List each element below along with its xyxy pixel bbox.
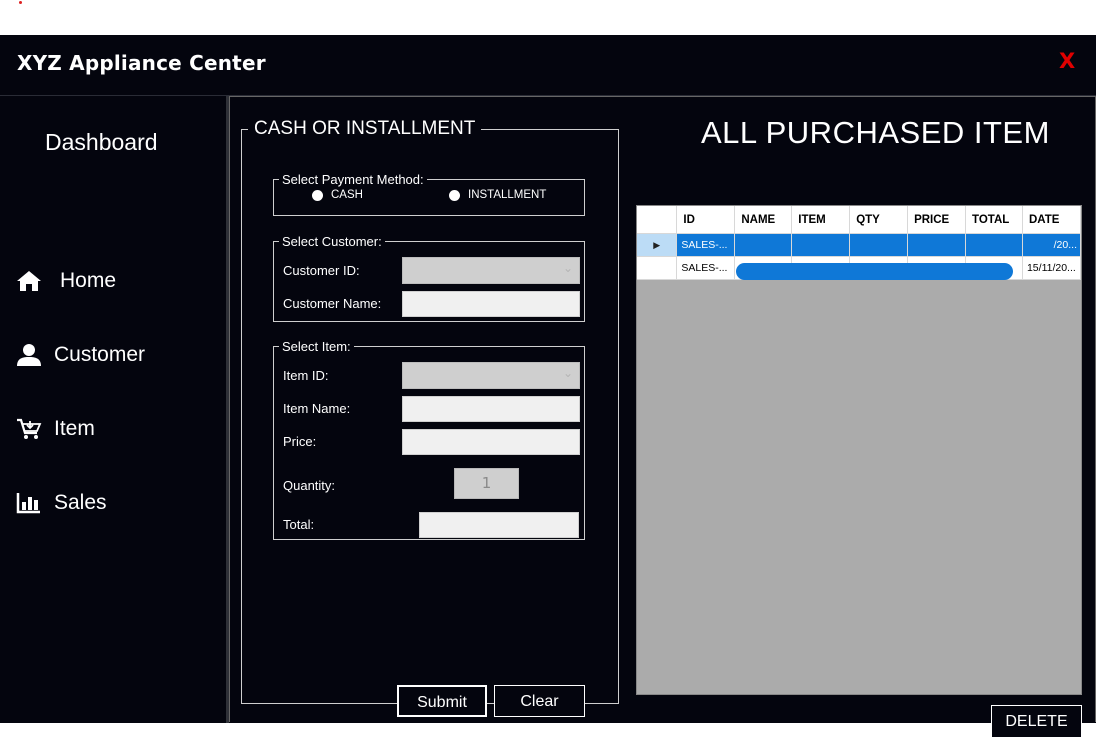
bar-chart-icon <box>16 489 44 517</box>
item-legend: Select Item: <box>282 339 351 354</box>
cash-radio-label: CASH <box>331 189 363 201</box>
customer-id-label: Customer ID: <box>283 263 360 278</box>
table-cell[interactable] <box>734 233 793 257</box>
sidebar-item-home[interactable]: Home <box>16 264 116 298</box>
sidebar-item-sales[interactable]: Sales <box>16 486 107 520</box>
submit-button[interactable]: Submit <box>397 685 487 717</box>
table-cell[interactable]: SALES-... <box>676 233 736 257</box>
quantity-stepper[interactable]: 1 <box>454 468 519 499</box>
customer-legend: Select Customer: <box>282 234 382 249</box>
column-header[interactable]: NAME <box>734 206 793 234</box>
radio-circle-icon <box>312 189 323 201</box>
cash-radio[interactable]: CASH <box>312 189 363 201</box>
column-header[interactable]: QTY <box>849 206 909 234</box>
main-content: CASH OR INSTALLMENT Select Payment Metho… <box>229 96 1096 738</box>
price-input[interactable] <box>402 429 580 455</box>
purchased-items-grid[interactable]: ID NAME ITEM QTY PRICE TOTAL DATE ▶ SALE… <box>636 205 1082 695</box>
customer-id-select[interactable]: ⌄ <box>402 257 580 284</box>
row-header-corner <box>637 206 678 234</box>
total-label: Total: <box>283 517 315 532</box>
total-input[interactable] <box>419 512 579 538</box>
sidebar-item-label: Customer <box>54 343 146 366</box>
grid-title: ALL PURCHASED ITEM <box>701 115 1050 150</box>
column-header[interactable]: TOTAL <box>965 206 1023 234</box>
table-cell[interactable] <box>791 233 851 257</box>
customer-name-input[interactable] <box>402 291 580 317</box>
installment-radio-label: INSTALLMENT <box>468 189 547 201</box>
cash-installment-legend: CASH OR INSTALLMENT <box>254 118 476 139</box>
sidebar-item-label: Item <box>54 417 95 440</box>
red-dot-artifact <box>19 1 22 4</box>
home-icon <box>16 267 46 295</box>
row-selector[interactable] <box>637 256 678 280</box>
clear-button[interactable]: Clear <box>494 685 585 717</box>
table-cell[interactable] <box>849 233 909 257</box>
close-button[interactable]: X <box>1059 49 1075 73</box>
customer-group: Select Customer: Customer ID: ⌄ Customer… <box>273 234 585 322</box>
chevron-down-icon: ⌄ <box>562 261 573 275</box>
title-bar: XYZ Appliance Center X <box>0 35 1096 96</box>
payment-method-legend: Select Payment Method: <box>282 172 424 187</box>
sidebar-title: Dashboard <box>45 129 158 155</box>
table-cell[interactable]: SALES-... <box>676 256 736 280</box>
item-name-label: Item Name: <box>283 401 351 416</box>
chevron-down-icon: ⌄ <box>562 366 573 380</box>
item-name-input[interactable] <box>402 396 580 422</box>
sidebar-item-label: Sales <box>54 491 107 514</box>
payment-method-group: Select Payment Method: CASH INSTALLMENT <box>273 172 585 216</box>
cash-installment-group: CASH OR INSTALLMENT Select Payment Metho… <box>241 118 619 717</box>
app-window: XYZ Appliance Center X Dashboard Home Cu… <box>0 35 1096 738</box>
table-cell[interactable] <box>965 233 1023 257</box>
sidebar: Dashboard Home Customer Item Sales <box>0 96 226 723</box>
installment-radio[interactable]: INSTALLMENT <box>449 189 546 201</box>
price-label: Price: <box>283 434 317 449</box>
row-selector-arrow-icon[interactable]: ▶ <box>637 233 678 257</box>
sidebar-item-label: Home <box>60 269 117 292</box>
delete-button[interactable]: DELETE <box>991 705 1082 738</box>
user-icon <box>16 341 44 369</box>
column-header[interactable]: PRICE <box>907 206 967 234</box>
quantity-label: Quantity: <box>283 478 336 493</box>
column-header[interactable]: ITEM <box>791 206 851 234</box>
app-title: XYZ Appliance Center <box>17 51 266 75</box>
table-row[interactable]: ▶ SALES-... /20... <box>637 233 1081 257</box>
sidebar-item-customer[interactable]: Customer <box>16 338 145 372</box>
radio-circle-icon <box>449 189 460 201</box>
item-id-select[interactable]: ⌄ <box>402 362 580 389</box>
item-id-label: Item ID: <box>283 368 329 383</box>
item-group: Select Item: Item ID: ⌄ Item Name: Price… <box>273 339 585 540</box>
table-cell[interactable] <box>907 233 967 257</box>
table-cell[interactable]: 15/11/20... <box>1022 256 1081 280</box>
table-header-row: ID NAME ITEM QTY PRICE TOTAL DATE <box>637 206 1081 234</box>
table-cell[interactable]: /20... <box>1022 233 1081 257</box>
customer-name-label: Customer Name: <box>283 296 382 311</box>
redaction-mark <box>736 263 1013 280</box>
cart-icon <box>16 415 44 443</box>
sidebar-item-item[interactable]: Item <box>16 412 95 446</box>
column-header[interactable]: ID <box>676 206 736 234</box>
column-header[interactable]: DATE <box>1022 206 1081 234</box>
